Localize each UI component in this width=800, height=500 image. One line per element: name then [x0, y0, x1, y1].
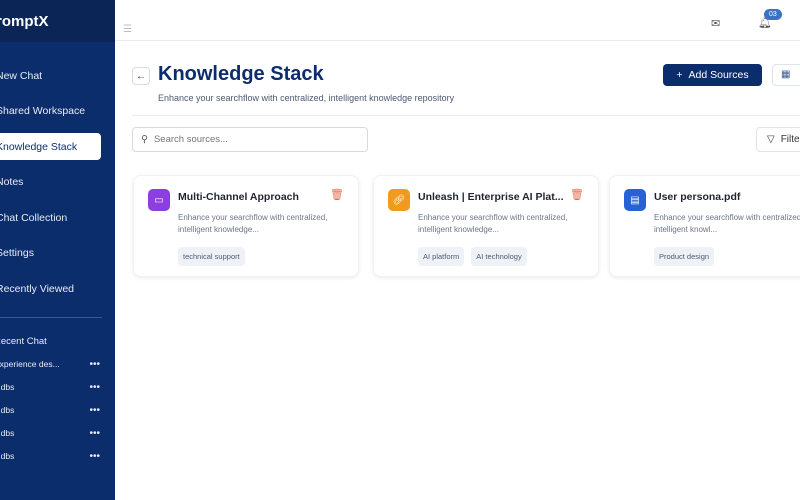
source-card[interactable]: ▭ Multi-Channel Approach 🗑︎ Enhance your… [133, 175, 359, 277]
trash-icon[interactable]: 🗑︎ [570, 188, 584, 201]
collapse-sidebar-icon[interactable]: ☰ [123, 24, 132, 35]
more-icon[interactable]: ••• [89, 451, 100, 474]
divider [0, 317, 102, 318]
sidebar: PromptX New Chat Shared Workspace Knowle… [0, 0, 115, 500]
filter-icon: ▽ [767, 134, 775, 145]
recent-chat-heading: Recent Chat [0, 336, 47, 347]
card-description: Enhance your searchflow with centralized… [178, 213, 328, 234]
tag: AI platform [418, 247, 465, 266]
more-icon[interactable]: ••• [89, 382, 100, 405]
source-card[interactable]: 🔗︎ Unleash | Enterprise AI Plat... 🗑︎ En… [373, 175, 599, 277]
tag: Product design [654, 247, 715, 266]
notification-badge: 03 [764, 9, 782, 20]
card-title: User persona.pdf [654, 191, 741, 203]
add-sources-label: Add Sources [688, 69, 749, 81]
card-description: Enhance your searchflow with centralized… [654, 213, 800, 234]
search-icon: ⚲ [141, 134, 148, 145]
sidebar-item-shared-workspace[interactable]: Shared Workspace [0, 98, 113, 125]
trash-icon[interactable]: 🗑︎ [330, 188, 344, 201]
sidebar-nav: New Chat Shared Workspace Knowledge Stac… [0, 62, 113, 311]
recent-chat-list: Experience des... ••• s dbs ••• s dbs ••• s… [0, 359, 100, 474]
sidebar-item-notes[interactable]: Notes [0, 169, 113, 196]
sidebar-item-settings[interactable]: Settings [0, 240, 113, 267]
recent-chat-label: s dbs [0, 451, 15, 461]
card-title: Unleash | Enterprise AI Plat... [418, 191, 564, 203]
page-subtitle: Enhance your searchflow with centralized… [158, 93, 455, 103]
mail-icon[interactable]: ✉ [711, 17, 720, 30]
add-sources-button[interactable]: + Add Sources [663, 64, 762, 86]
more-icon[interactable]: ••• [89, 405, 100, 428]
more-icon[interactable]: ••• [89, 359, 100, 382]
sidebar-item-knowledge-stack[interactable]: Knowledge Stack [0, 133, 101, 160]
recent-chat-item[interactable]: Experience des... ••• [0, 359, 100, 382]
recent-chat-item[interactable]: s dbs ••• [0, 382, 100, 405]
grid-view-button[interactable]: ▦ [772, 64, 800, 86]
card-description: Enhance your searchflow with centralized… [418, 213, 568, 234]
sidebar-item-recently-viewed[interactable]: Recently Viewed [0, 275, 113, 302]
channel-icon: ▭ [148, 189, 170, 211]
source-card[interactable]: ▤ User persona.pdf 🗑︎ Enhance your searc… [609, 175, 800, 277]
card-title: Multi-Channel Approach [178, 191, 299, 203]
tag: technical support [178, 247, 245, 266]
search-box[interactable]: ⚲ [132, 127, 368, 152]
recent-chat-label: Experience des... [0, 359, 60, 369]
sidebar-item-chat-collection[interactable]: Chat Collection [0, 204, 113, 231]
search-input[interactable] [153, 134, 354, 145]
sidebar-item-new-chat[interactable]: New Chat [0, 62, 113, 89]
grid-icon: ▦ [781, 69, 791, 80]
recent-chat-label: s dbs [0, 428, 15, 438]
back-button[interactable]: ← [132, 67, 150, 85]
recent-chat-item[interactable]: s dbs ••• [0, 405, 100, 428]
more-icon[interactable]: ••• [89, 428, 100, 451]
brand-logo: PromptX [0, 0, 115, 42]
filter-label: Filter [780, 134, 800, 145]
document-icon: ▤ [624, 189, 646, 211]
plus-icon: + [676, 69, 683, 81]
filter-button[interactable]: ▽ Filter [756, 127, 800, 152]
recent-chat-item[interactable]: s dbs ••• [0, 428, 100, 451]
link-icon: 🔗︎ [388, 189, 410, 211]
recent-chat-item[interactable]: s dbs ••• [0, 451, 100, 474]
recent-chat-label: s dbs [0, 382, 15, 392]
recent-chat-label: s dbs [0, 405, 15, 415]
page-title: Knowledge Stack [158, 63, 324, 85]
tag: AI technology [471, 247, 527, 266]
divider [132, 115, 800, 116]
top-bar: ☰ ✉ 🔔︎ 03 [115, 0, 800, 41]
